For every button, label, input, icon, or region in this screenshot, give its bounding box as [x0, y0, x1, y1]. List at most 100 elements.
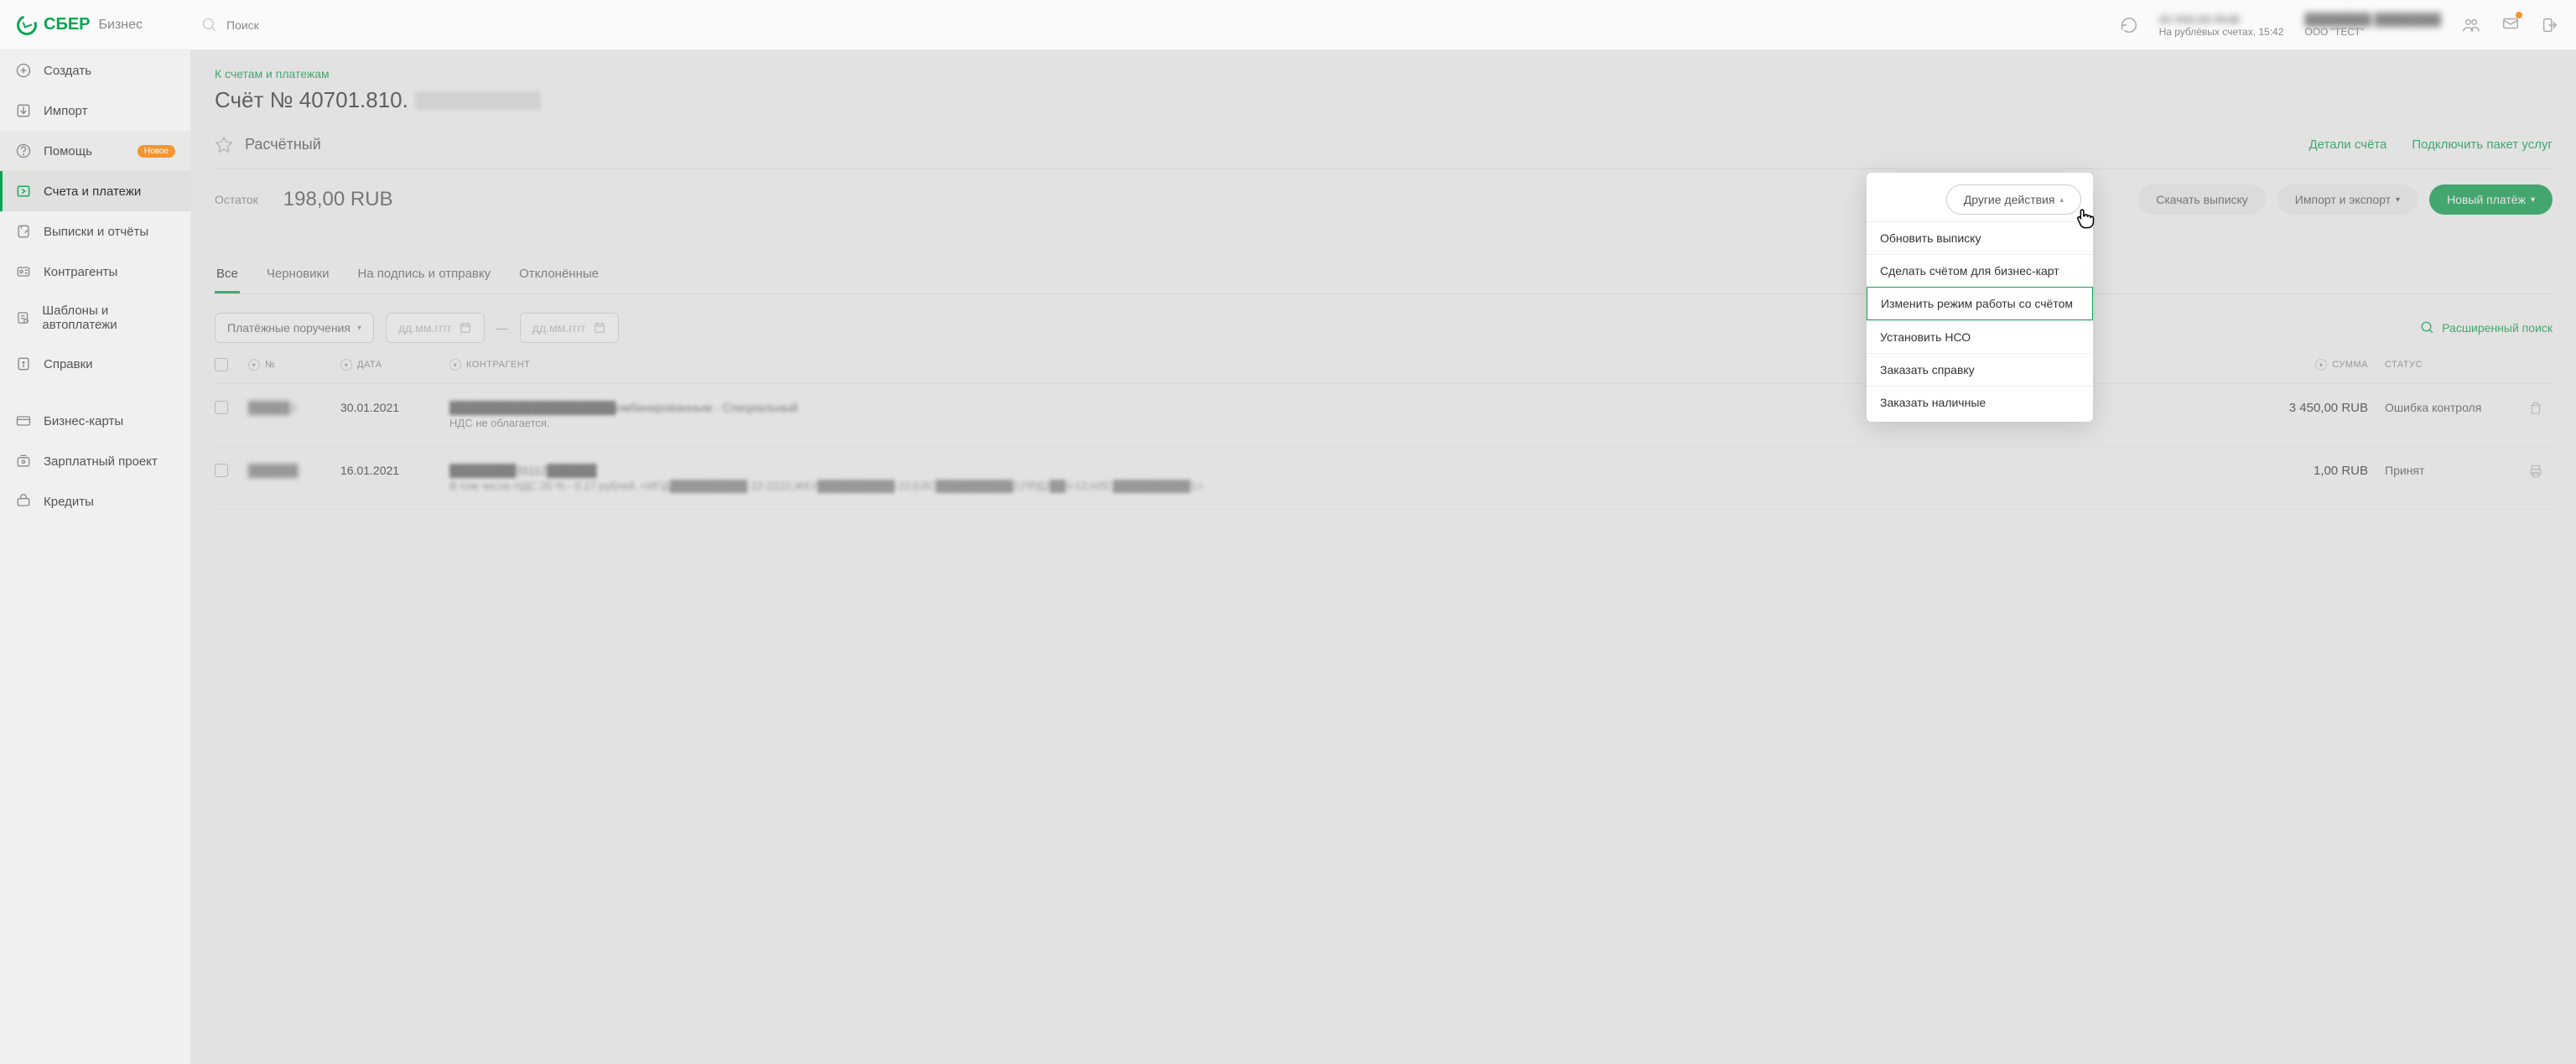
header-user[interactable]: ████████ ████████ ООО "ТЕСТ" — [2304, 13, 2441, 38]
dropdown-order-ref[interactable]: Заказать справку — [1867, 353, 2093, 386]
connect-package-link[interactable]: Подключить пакет услуг — [2412, 138, 2553, 152]
search-placeholder: Поиск — [226, 18, 259, 32]
sidebar-item-label: Выписки и отчёты — [44, 225, 148, 239]
sidebar-item-label: Контрагенты — [44, 265, 117, 279]
other-actions-dropdown: Другие действия ▴ Обновить выписку Сдела… — [1867, 173, 2093, 422]
date-to-input[interactable]: дд.мм.гггг — [520, 313, 619, 343]
sidebar-item-label: Импорт — [44, 104, 87, 118]
sidebar-item-counterparties[interactable]: Контрагенты — [0, 252, 190, 292]
cursor-hand-icon — [2073, 206, 2096, 230]
chevron-down-icon: ▾ — [357, 324, 361, 333]
inquiries-icon — [15, 356, 32, 372]
logo-text: СБЕР — [44, 15, 91, 34]
payments-tabs: Все Черновики На подпись и отправку Откл… — [215, 257, 2553, 294]
notification-dot — [2516, 12, 2522, 18]
counterparties-icon — [15, 263, 32, 280]
balance-amount: 198,00 RUB — [283, 188, 393, 211]
header-balance-sub: На рублёвых счетах, 15:42 — [2159, 26, 2284, 38]
row-date: 30.01.2021 — [340, 401, 449, 414]
logout-icon[interactable] — [2541, 16, 2559, 34]
header-balance-amount: 00 000,00 RUB — [2159, 13, 2284, 26]
row-checkbox[interactable] — [215, 401, 228, 414]
sidebar-item-label: Кредиты — [44, 495, 94, 509]
row-date: 16.01.2021 — [340, 464, 449, 477]
row-number: ██████ — [248, 464, 299, 477]
account-number-masked — [415, 91, 541, 110]
sort-icon[interactable] — [2315, 359, 2327, 371]
account-type-label: Расчётный — [245, 136, 321, 153]
sidebar-item-label: Бизнес-карты — [44, 414, 123, 428]
tab-to-sign[interactable]: На подпись и отправку — [356, 257, 492, 293]
sort-icon[interactable] — [248, 359, 260, 371]
sort-icon[interactable] — [340, 359, 352, 371]
users-icon[interactable] — [2462, 16, 2480, 34]
sidebar-item-create[interactable]: Создать — [0, 50, 190, 91]
new-payment-button[interactable]: Новый платёж ▾ — [2429, 184, 2553, 215]
dropdown-order-cash[interactable]: Заказать наличные — [1867, 386, 2093, 418]
templates-icon — [15, 309, 30, 326]
calendar-icon — [593, 321, 606, 335]
global-search[interactable]: Поиск — [201, 17, 259, 34]
row-sum: 1,00 RUB — [2234, 464, 2368, 478]
dropdown-change-mode[interactable]: Изменить режим работы со счётом — [1867, 287, 2093, 320]
sidebar-item-inquiries[interactable]: Справки — [0, 344, 190, 384]
row-agent: ████████31112██████ — [449, 464, 1202, 477]
row-agent: ████████████████████омбинированным · Спе… — [449, 401, 797, 414]
accounts-icon — [15, 183, 32, 200]
row-description: НДС не облагается. — [449, 417, 797, 429]
dropdown-refresh[interactable]: Обновить выписку — [1867, 221, 2093, 254]
tab-all[interactable]: Все — [215, 257, 240, 293]
sidebar-item-label: Создать — [44, 64, 91, 78]
sort-icon[interactable] — [449, 359, 461, 371]
tab-drafts[interactable]: Черновики — [265, 257, 331, 293]
payment-type-select[interactable]: Платёжные поручения ▾ — [215, 313, 374, 343]
sidebar-item-statements[interactable]: Выписки и отчёты — [0, 211, 190, 252]
header-user-org: ООО "ТЕСТ" — [2304, 26, 2441, 38]
tab-rejected[interactable]: Отклонённые — [517, 257, 600, 293]
app-header: СБЕР Бизнес Поиск 00 000,00 RUB На рублё… — [0, 0, 2576, 50]
sidebar-item-cards[interactable]: Бизнес-карты — [0, 401, 190, 441]
plus-circle-icon — [15, 62, 32, 79]
logo-subtext: Бизнес — [99, 18, 143, 33]
breadcrumb[interactable]: К счетам и платежам — [215, 67, 2553, 80]
trash-icon[interactable] — [2528, 401, 2543, 416]
sidebar-item-label: Счета и платежи — [44, 184, 141, 199]
statements-icon — [15, 223, 32, 240]
dropdown-biz-card[interactable]: Сделать счётом для бизнес-карт — [1867, 254, 2093, 287]
date-range-dash: — — [496, 321, 508, 335]
header-balance[interactable]: 00 000,00 RUB На рублёвых счетах, 15:42 — [2159, 13, 2284, 38]
date-from-input[interactable]: дд.мм.гггг — [386, 313, 485, 343]
dropdown-set-nso[interactable]: Установить НСО — [1867, 320, 2093, 353]
table-row[interactable]: ██████ 16.01.2021 ████████31112██████ В … — [215, 447, 2553, 510]
import-export-button[interactable]: Импорт и экспорт ▾ — [2277, 184, 2418, 215]
sidebar-item-salary[interactable]: Зарплатный проект — [0, 441, 190, 481]
mail-button[interactable] — [2501, 14, 2520, 35]
row-status: Принят — [2368, 464, 2519, 477]
sidebar-item-credits[interactable]: Кредиты — [0, 481, 190, 522]
sidebar-item-templates[interactable]: Шаблоны и автоплатежи — [0, 292, 190, 344]
table-row[interactable]: █████3 30.01.2021 ████████████████████ом… — [215, 384, 2553, 447]
sidebar-item-accounts[interactable]: Счета и платежи — [0, 171, 190, 211]
chevron-up-icon: ▴ — [2059, 195, 2064, 205]
star-icon[interactable] — [215, 135, 233, 153]
table-header: № ДАТА КОНТРАГЕНТ СУММА СТАТУС — [215, 343, 2553, 384]
advanced-search-link[interactable]: Расширенный поиск — [2420, 320, 2553, 335]
logo[interactable]: СБЕР Бизнес — [17, 15, 143, 35]
row-description: В том числе НДС 20 % - 0.17 рублей. <ИПД… — [449, 480, 1202, 492]
header-user-name: ████████ ████████ — [2304, 13, 2441, 26]
print-icon[interactable] — [2528, 464, 2543, 479]
select-all-checkbox[interactable] — [215, 358, 228, 371]
row-checkbox[interactable] — [215, 464, 228, 477]
refresh-icon[interactable] — [2120, 16, 2138, 34]
other-actions-button[interactable]: Другие действия ▴ — [1946, 184, 2081, 215]
sidebar-item-label: Помощь — [44, 144, 92, 158]
logo-icon — [13, 12, 40, 39]
account-details-link[interactable]: Детали счёта — [2309, 138, 2386, 152]
account-number-prefix: Счёт № 40701.810. — [215, 87, 408, 113]
sidebar-item-label: Справки — [44, 357, 93, 371]
sidebar-item-import[interactable]: Импорт — [0, 91, 190, 131]
download-statement-button[interactable]: Скачать выписку — [2138, 184, 2266, 215]
sidebar-item-help[interactable]: Помощь Новое — [0, 131, 190, 171]
row-number: █████3 — [248, 401, 296, 414]
new-badge: Новое — [138, 145, 175, 158]
